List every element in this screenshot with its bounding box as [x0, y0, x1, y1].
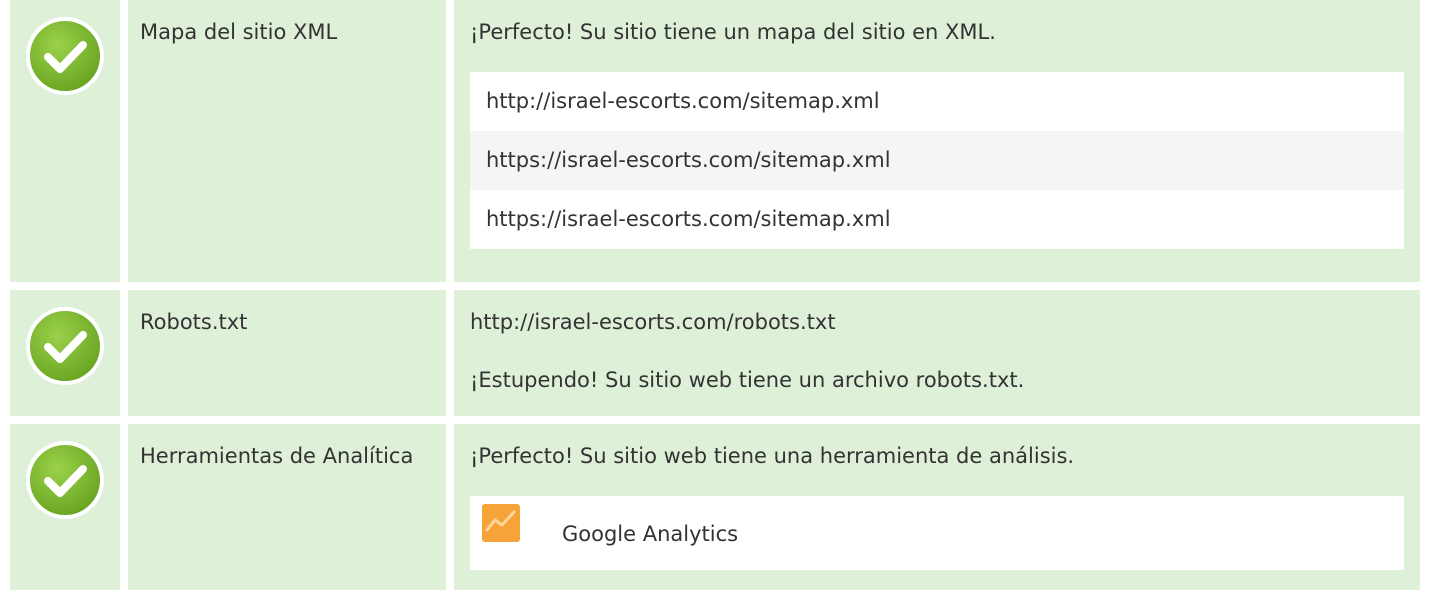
google-analytics-icon: [482, 504, 520, 542]
result-message: ¡Estupendo! Su sitio web tiene un archiv…: [470, 368, 1025, 392]
check-content: http://israel-escorts.com/robots.txt ¡Es…: [454, 290, 1420, 416]
status-cell: [10, 424, 120, 590]
result-message: ¡Perfecto! Su sitio web tiene una herram…: [470, 444, 1075, 468]
analytics-tool-item: Google Analytics: [470, 496, 1404, 570]
robots-url: http://israel-escorts.com/robots.txt: [470, 310, 836, 334]
check-circle-icon: [26, 307, 104, 385]
check-circle-icon: [26, 17, 104, 95]
seo-results-table: Mapa del sitio XML ¡Perfecto! Su sitio t…: [0, 0, 1430, 590]
sitemap-url: https://israel-escorts.com/sitemap.xml: [470, 131, 1404, 190]
result-message: ¡Perfecto! Su sitio tiene un mapa del si…: [470, 20, 996, 44]
check-circle-icon: [26, 441, 104, 519]
check-label: Mapa del sitio XML: [128, 0, 446, 282]
status-cell: [10, 0, 120, 282]
analytics-tool-name: Google Analytics: [562, 522, 739, 546]
row-robots: Robots.txt http://israel-escorts.com/rob…: [10, 290, 1420, 416]
sitemap-url: https://israel-escorts.com/sitemap.xml: [486, 207, 891, 231]
status-cell: [10, 290, 120, 416]
row-analytics: Herramientas de Analítica ¡Perfecto! Su …: [10, 424, 1420, 590]
sitemap-list: http://israel-escorts.com/sitemap.xml ht…: [470, 72, 1404, 249]
sitemap-url: http://israel-escorts.com/sitemap.xml: [486, 89, 880, 113]
check-label: Robots.txt: [128, 290, 446, 416]
check-content: ¡Perfecto! Su sitio tiene un mapa del si…: [454, 0, 1420, 282]
check-label: Herramientas de Analítica: [128, 424, 446, 590]
check-content: ¡Perfecto! Su sitio web tiene una herram…: [454, 424, 1420, 590]
row-sitemap: Mapa del sitio XML ¡Perfecto! Su sitio t…: [10, 0, 1420, 282]
